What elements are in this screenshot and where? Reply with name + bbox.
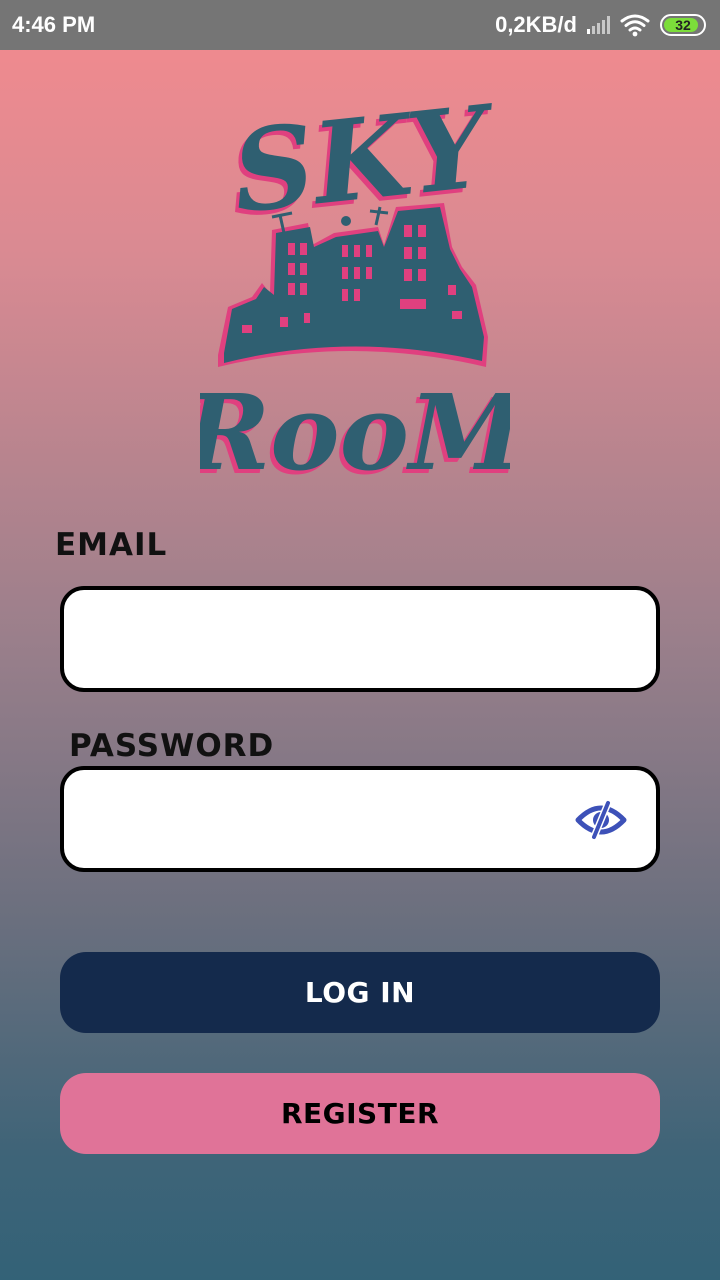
battery-level: 32 bbox=[675, 17, 691, 33]
status-indicators: 0,2KB/d 32 bbox=[495, 12, 706, 38]
room-wordmark: RooM RooM bbox=[200, 371, 510, 490]
status-bar: 4:46 PM 0,2KB/d 32 bbox=[0, 0, 720, 50]
status-time: 4:46 PM bbox=[12, 12, 96, 37]
password-field[interactable] bbox=[60, 766, 660, 872]
network-speed: 0,2KB/d bbox=[495, 12, 577, 37]
battery-icon: 32 bbox=[660, 14, 706, 36]
sky-wordmark: SKY SKY bbox=[223, 85, 503, 243]
register-button[interactable]: REGISTER bbox=[60, 1073, 660, 1154]
login-button[interactable]: LOG IN bbox=[60, 952, 660, 1033]
email-field[interactable] bbox=[60, 586, 660, 692]
eye-slash-icon[interactable] bbox=[574, 800, 628, 840]
wifi-icon bbox=[620, 14, 650, 37]
email-label: EMAIL bbox=[55, 527, 168, 563]
sky-room-logo: SKY SKY RooM RooM bbox=[200, 85, 510, 490]
signal-icon bbox=[587, 16, 610, 34]
svg-text:RooM: RooM bbox=[200, 371, 510, 490]
password-label: PASSWORD bbox=[69, 728, 275, 764]
